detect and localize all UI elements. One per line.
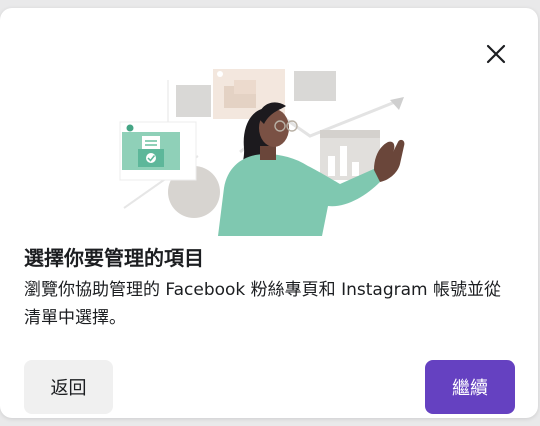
continue-button[interactable]: 繼續 <box>425 360 515 414</box>
person-presenting-illustration <box>119 67 405 236</box>
close-icon <box>486 44 506 64</box>
back-button[interactable]: 返回 <box>24 360 113 414</box>
dialog-description: 瀏覽你協助管理的 Facebook 粉絲專頁和 Instagram 帳號並從清單… <box>24 280 501 328</box>
dialog-title: 選擇你要管理的項目 <box>24 246 204 270</box>
select-assets-dialog: 選擇你要管理的項目 瀏覽你協助管理的 Facebook 粉絲專頁和 Instag… <box>0 8 538 418</box>
close-button[interactable] <box>480 38 512 70</box>
